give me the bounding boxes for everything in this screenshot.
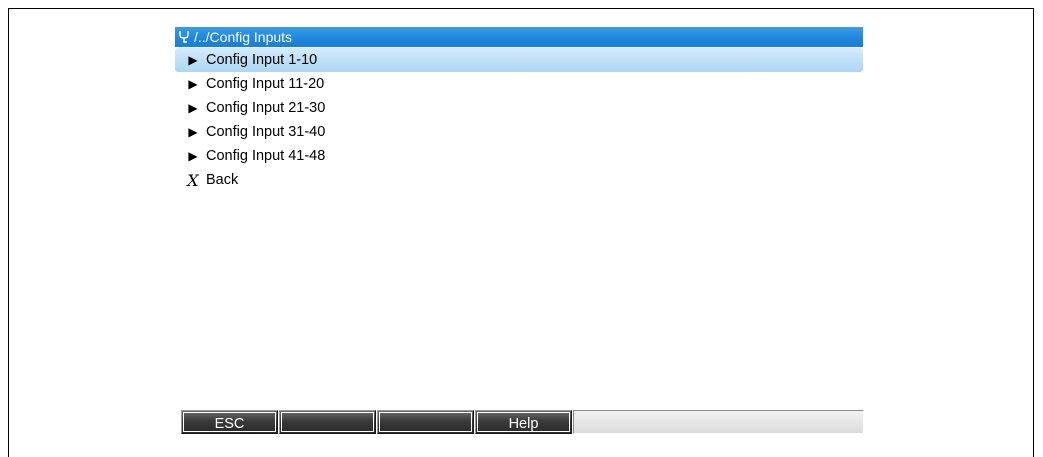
- menu-item-config-input-11-20[interactable]: ▶ Config Input 11-20: [175, 72, 863, 96]
- submenu-arrow-icon: ▶: [188, 101, 198, 115]
- submenu-arrow-icon: ▶: [188, 149, 198, 163]
- menu-item-config-input-41-48[interactable]: ▶ Config Input 41-48: [175, 144, 863, 168]
- wrench-icon: [177, 29, 191, 45]
- softkey-2[interactable]: [279, 410, 376, 434]
- softkey-bar: ESC Help: [181, 410, 864, 434]
- submenu-arrow-icon: ▶: [188, 77, 198, 91]
- submenu-arrow-icon: ▶: [188, 53, 198, 67]
- menu-item-back[interactable]: X Back: [175, 168, 863, 192]
- info-field: [573, 410, 864, 434]
- menu-item-config-input-1-10[interactable]: ▶ Config Input 1-10: [175, 48, 863, 72]
- menu-item-label: Config Input 31-40: [206, 124, 326, 140]
- menu-list: ▶ Config Input 1-10 ▶ Config Input 11-20…: [175, 48, 863, 192]
- menu-item-label: Config Input 1-10: [206, 52, 318, 68]
- esc-softkey[interactable]: ESC: [181, 410, 278, 434]
- menu-item-label: Config Input 21-30: [206, 100, 326, 116]
- softkey-3[interactable]: [377, 410, 474, 434]
- title-bar: /../Config Inputs: [175, 27, 863, 47]
- menu-item-config-input-31-40[interactable]: ▶ Config Input 31-40: [175, 120, 863, 144]
- menu-item-label: Config Input 41-48: [206, 148, 326, 164]
- help-softkey[interactable]: Help: [475, 410, 572, 434]
- menu-item-label: Config Input 11-20: [206, 76, 325, 92]
- back-x-icon: X: [187, 170, 199, 190]
- breadcrumb-path: /../Config Inputs: [194, 29, 293, 45]
- menu-item-label: Back: [206, 172, 239, 188]
- menu-item-config-input-21-30[interactable]: ▶ Config Input 21-30: [175, 96, 863, 120]
- submenu-arrow-icon: ▶: [188, 125, 198, 139]
